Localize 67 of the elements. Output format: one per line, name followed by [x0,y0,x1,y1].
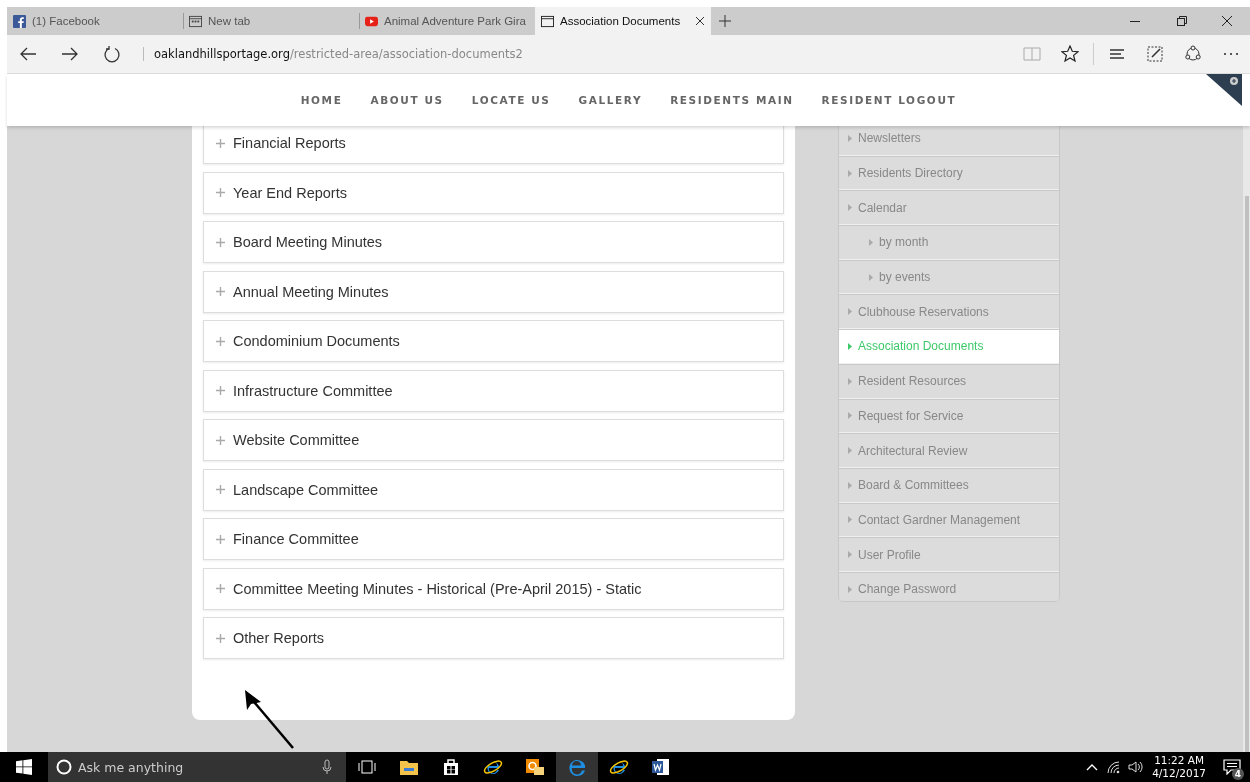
store-bag-icon[interactable] [441,757,461,777]
mail-app-icon[interactable] [525,757,545,777]
arrow-icon [848,134,852,142]
microphone-icon[interactable] [322,759,332,775]
arrow-icon [848,516,852,524]
nav-link[interactable]: LOCATE US [471,94,551,106]
accordion-header[interactable]: Landscape Committee [203,468,784,511]
accordion-header[interactable]: Other Reports [203,617,784,659]
close-icon[interactable] [695,16,705,26]
accordion-header[interactable]: Committee Meeting Minutes - Historical (Pre-April 2015) - Static [203,567,784,610]
browser-tab[interactable]: (1) Facebook [7,7,183,35]
arrow-icon [848,169,852,177]
notification-icon[interactable] [1223,759,1241,775]
arrow-icon [869,273,873,281]
search-field[interactable]: Ask me anything [48,752,346,782]
forward-icon[interactable] [61,45,79,63]
browser-e-icon[interactable] [483,757,503,777]
nav-link[interactable]: ABOUT US [370,94,444,106]
arrow-icon [848,447,852,455]
arrow-icon [848,585,852,593]
browser-tab[interactable]: Animal Adventure Park Gira [359,7,535,35]
windows-start-icon[interactable] [16,759,32,775]
browser-tab[interactable]: Association Documents [535,7,711,35]
share-icon[interactable] [1184,45,1202,63]
nav-link[interactable]: RESIDENT LOGOUT [821,94,957,106]
accordion-header[interactable]: Infrastructure Committee [203,369,784,412]
arrow-icon [848,481,852,489]
arrow-icon [848,342,852,350]
nav-link[interactable]: GALLERY [578,94,643,106]
browser-tab[interactable]: New tab [183,7,359,35]
new-tab-plus-icon[interactable] [719,15,731,27]
accordion-header[interactable]: Website Committee [203,419,784,461]
speaker-icon[interactable] [1128,760,1145,774]
clock-time[interactable]: 11:22 AM [1154,754,1204,767]
video-play-icon [365,14,378,28]
wifi-icon[interactable] [1106,760,1121,774]
browser-e-icon[interactable] [609,757,629,777]
back-icon[interactable] [19,45,37,63]
notification-badge: 4 [1232,768,1244,780]
accordion-header[interactable]: Annual Meeting Minutes [203,270,784,313]
arrow-icon [848,412,852,420]
accordion-header[interactable]: Financial Reports [203,126,784,164]
arrow-icon [848,377,852,385]
address-field[interactable]: oaklandhillsportage.org/restricted-area/association-documents2 [143,47,523,61]
scrollbar[interactable] [1243,126,1250,752]
nav-link[interactable]: HOME [300,94,343,106]
accordion-header[interactable]: Board Meeting Minutes [203,221,784,263]
clock-date[interactable]: 4/12/2017 [1152,767,1206,780]
facebook-icon [13,14,26,28]
page-icon [541,14,554,28]
arrow-icon [848,308,852,316]
web-note-icon[interactable] [1146,45,1164,63]
arrow-icon [848,204,852,212]
arrow-icon [869,238,873,246]
accordion-header[interactable]: Condominium Documents [203,320,784,362]
task-view-icon[interactable] [357,757,377,777]
accordion-header[interactable]: Finance Committee [203,518,784,560]
arrow-icon [848,551,852,559]
document-w-icon[interactable] [651,757,671,777]
refresh-icon[interactable] [103,45,121,63]
new-tab-icon [189,14,202,28]
star-icon[interactable] [1061,45,1079,63]
chevron-up-icon[interactable] [1086,763,1099,771]
cortana-icon [56,759,72,775]
nav-link[interactable]: RESIDENTS MAIN [670,94,794,106]
corner-tab-icon[interactable] [1206,74,1242,106]
accordion-header[interactable]: Year End Reports [203,171,784,214]
